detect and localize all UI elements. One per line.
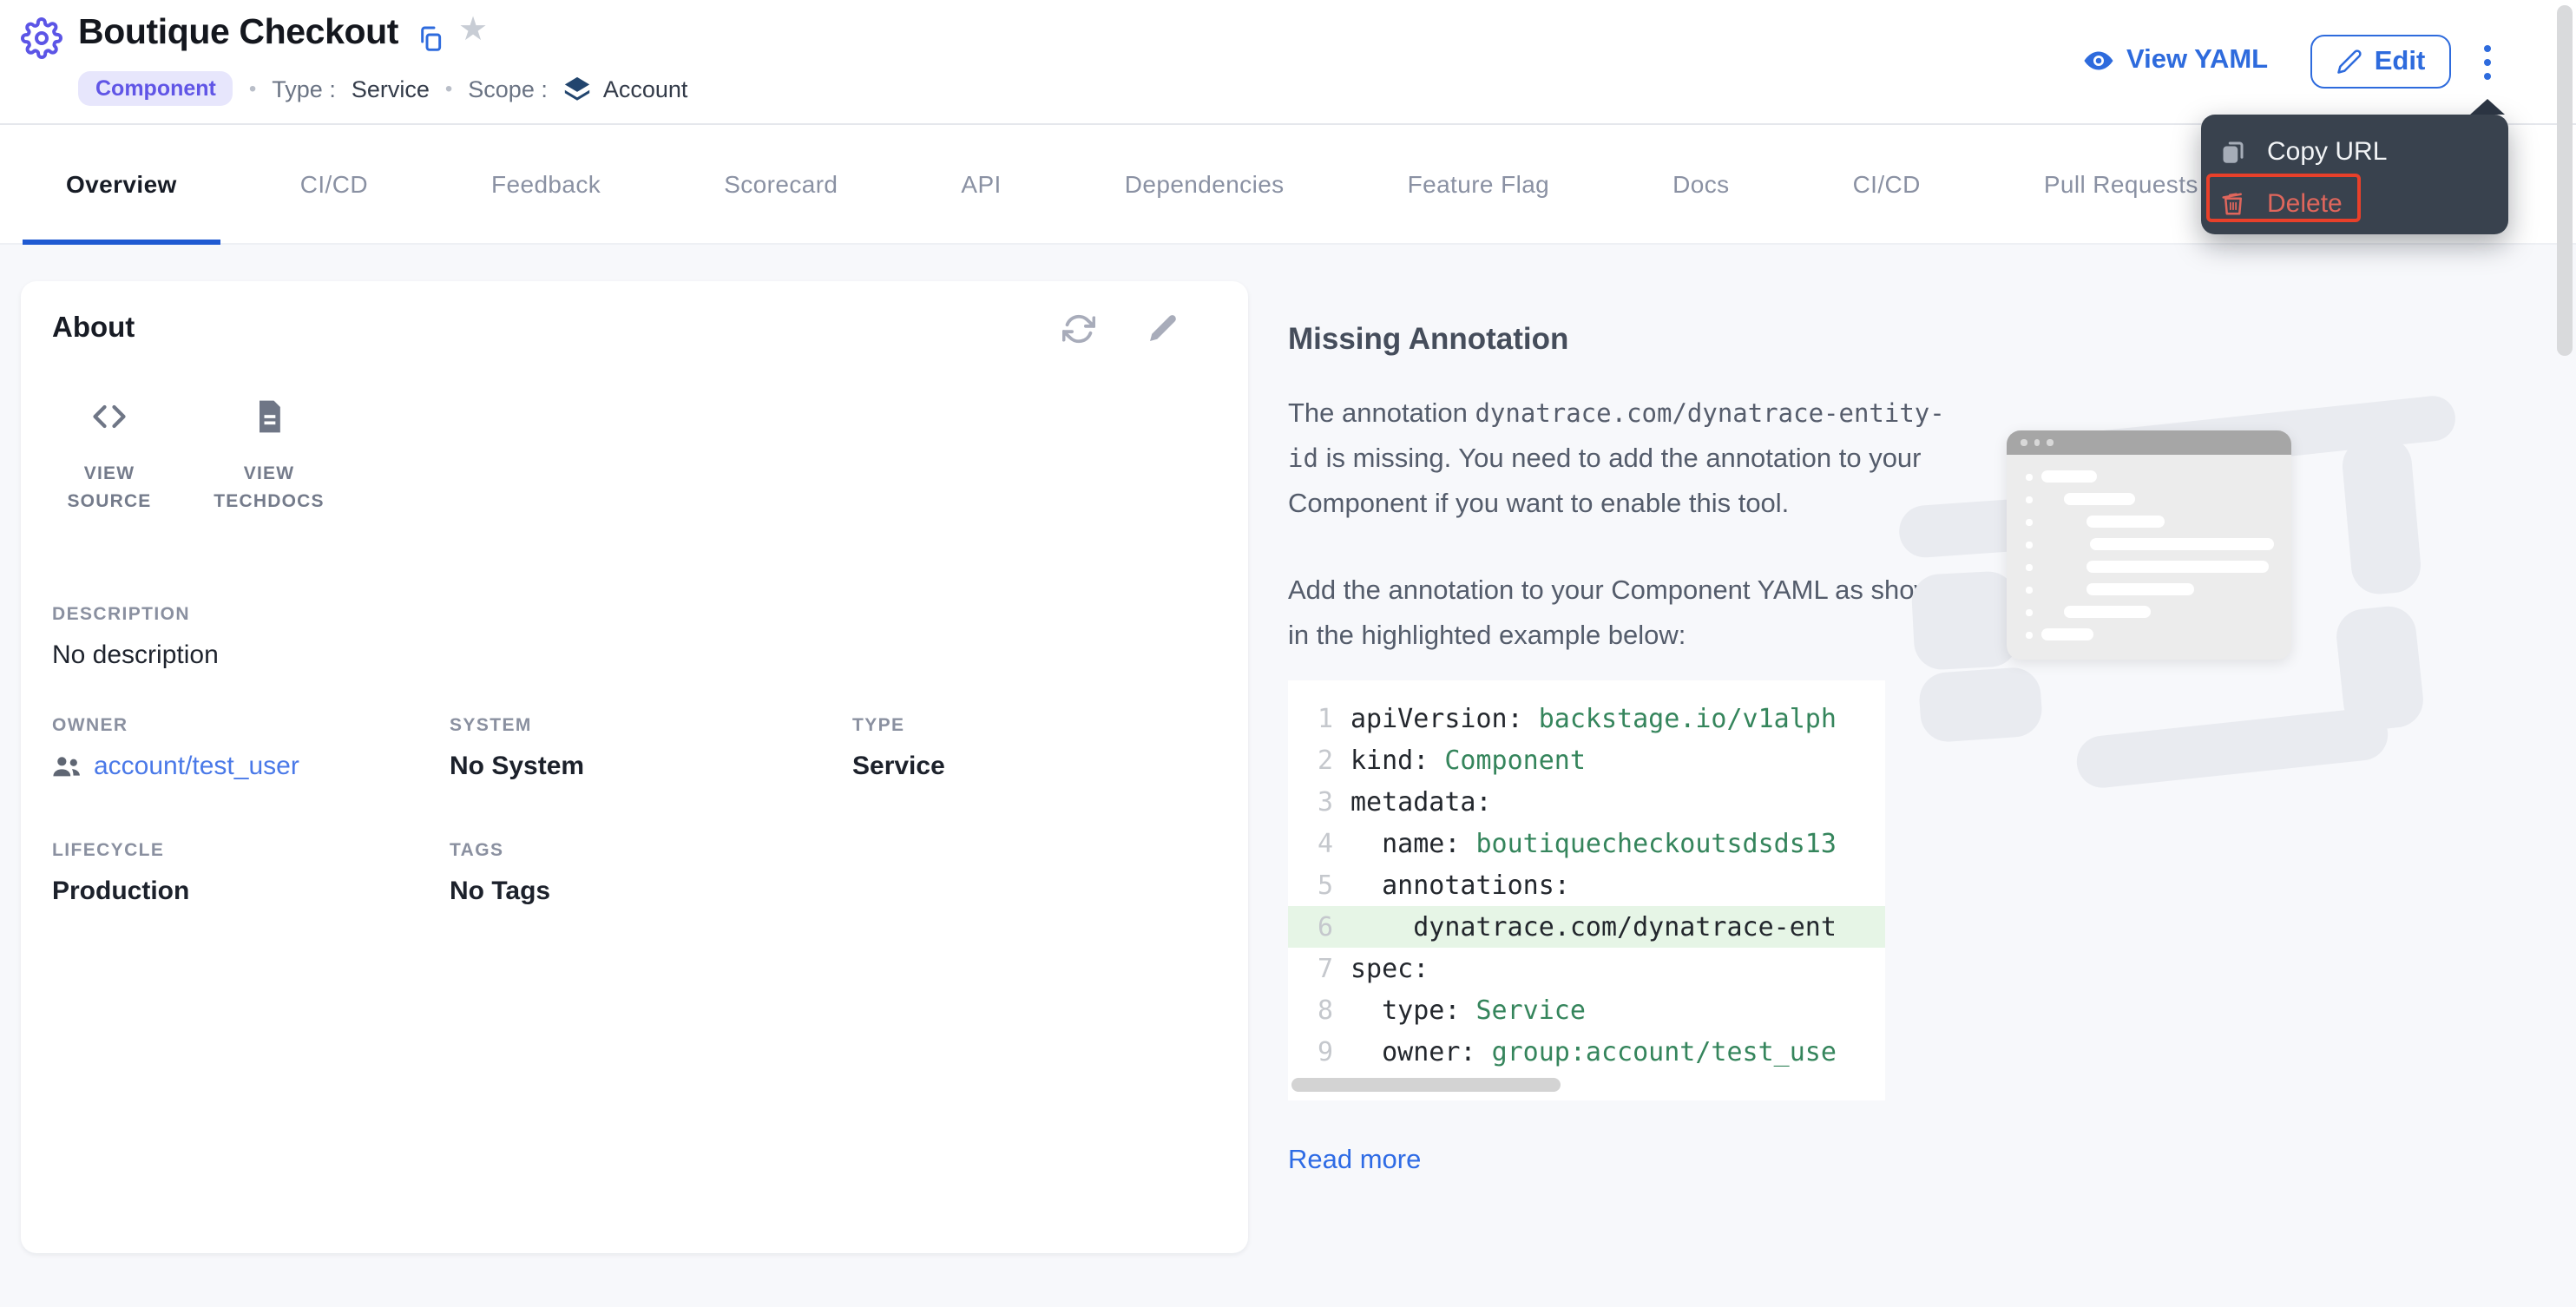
tags-value: No Tags bbox=[450, 876, 852, 905]
mini-window-titlebar bbox=[2007, 430, 2291, 455]
code-line: 5 annotations: bbox=[1288, 864, 1885, 906]
copy-url-label: Copy URL bbox=[2267, 136, 2387, 166]
users-icon bbox=[52, 752, 82, 778]
tab-api[interactable]: API bbox=[917, 122, 1044, 244]
view-yaml-label: View YAML bbox=[2126, 45, 2268, 76]
lifecycle-label: LIFECYCLE bbox=[52, 839, 450, 860]
menu-item-copy-url[interactable]: Copy URL bbox=[2201, 127, 2508, 175]
scope-label: Scope : bbox=[468, 76, 548, 102]
context-menu: Copy URL Delete bbox=[2201, 115, 2508, 234]
code-horizontal-scrollbar[interactable] bbox=[1291, 1078, 1561, 1092]
description-value: No description bbox=[52, 640, 1217, 669]
meta-separator: • bbox=[249, 76, 256, 101]
delete-label: Delete bbox=[2267, 188, 2343, 218]
eye-icon bbox=[2083, 45, 2114, 76]
mini-code-window bbox=[2007, 430, 2291, 660]
view-techdocs-label: VIEW TECHDOCS bbox=[212, 460, 326, 516]
page-title: Boutique Checkout bbox=[78, 12, 398, 54]
system-field: SYSTEM No System bbox=[450, 714, 852, 780]
system-label: SYSTEM bbox=[450, 714, 852, 735]
scope-value: Account bbox=[603, 76, 688, 102]
code-icon bbox=[89, 397, 130, 436]
code-line: 9 owner: group:account/test_use bbox=[1288, 1031, 1885, 1073]
document-icon bbox=[250, 397, 288, 436]
owner-link[interactable]: account/test_user bbox=[52, 751, 450, 780]
code-line: 4 name: boutiquecheckoutsdsds13 bbox=[1288, 823, 1885, 864]
layers-icon bbox=[563, 74, 593, 103]
menu-arrow bbox=[2470, 99, 2505, 115]
entity-page: Boutique Checkout ★ Component • Type : S… bbox=[0, 0, 2576, 1307]
copy-icon bbox=[2220, 138, 2246, 164]
vertical-scrollbar[interactable] bbox=[2557, 5, 2573, 356]
code-window-illustration bbox=[1909, 330, 2448, 802]
lifecycle-value: Production bbox=[52, 876, 450, 905]
code-line: 1apiVersion: backstage.io/v1alph bbox=[1288, 698, 1885, 739]
type-field-value: Service bbox=[852, 751, 1217, 780]
edit-label: Edit bbox=[2375, 46, 2426, 77]
missing-annotation-title: Missing Annotation bbox=[1288, 321, 1991, 358]
trash-icon bbox=[2220, 190, 2246, 216]
read-more-link[interactable]: Read more bbox=[1288, 1146, 1991, 1177]
type-label: Type : bbox=[272, 76, 336, 102]
code-line: 7spec: bbox=[1288, 948, 1885, 989]
kind-chip: Component bbox=[78, 71, 233, 106]
system-value: No System bbox=[450, 751, 852, 780]
owner-label: OWNER bbox=[52, 714, 450, 735]
meta-separator: • bbox=[445, 76, 452, 101]
yaml-code-block[interactable]: 1apiVersion: backstage.io/v1alph 2kind: … bbox=[1288, 680, 1885, 1100]
code-line: 3metadata: bbox=[1288, 781, 1885, 823]
code-line-highlighted: 6 dynatrace.com/dynatrace-ent bbox=[1288, 906, 1885, 948]
view-source-label: VIEW SOURCE bbox=[52, 460, 167, 516]
view-techdocs-link[interactable]: VIEW TECHDOCS bbox=[212, 397, 326, 516]
about-card-title: About bbox=[52, 312, 135, 345]
favorite-star-icon[interactable]: ★ bbox=[458, 14, 488, 47]
annotation-instruction: Add the annotation to your Component YAM… bbox=[1288, 569, 1974, 660]
entity-meta-row: Component • Type : Service • Scope : Acc… bbox=[78, 71, 687, 106]
menu-item-delete[interactable]: Delete bbox=[2201, 179, 2508, 227]
edit-about-pencil-icon[interactable] bbox=[1147, 312, 1179, 344]
tab-cicd-2[interactable]: CI/CD bbox=[1810, 122, 1964, 244]
tags-field: TAGS No Tags bbox=[450, 839, 852, 905]
tab-bar: Overview CI/CD Feedback Scorecard API De… bbox=[0, 123, 2576, 245]
owner-value: account/test_user bbox=[94, 751, 299, 780]
description-label: DESCRIPTION bbox=[52, 603, 1217, 624]
pencil-icon bbox=[2336, 49, 2362, 75]
missing-annotation-text: The annotation dynatrace.com/dynatrace-e… bbox=[1288, 392, 1974, 528]
tab-cicd[interactable]: CI/CD bbox=[257, 122, 411, 244]
code-line: 8 type: Service bbox=[1288, 989, 1885, 1031]
tab-feedback[interactable]: Feedback bbox=[448, 122, 644, 244]
tab-dependencies[interactable]: Dependencies bbox=[1081, 122, 1328, 244]
type-field: TYPE Service bbox=[852, 714, 1217, 780]
component-gear-icon bbox=[21, 17, 62, 59]
tab-feature-flag[interactable]: Feature Flag bbox=[1364, 122, 1594, 244]
view-source-link[interactable]: VIEW SOURCE bbox=[52, 397, 167, 516]
tab-docs[interactable]: Docs bbox=[1629, 122, 1772, 244]
about-card: About VIEW SOURCE VIEW TECHDOCS DESCRIPT… bbox=[21, 281, 1248, 1253]
page-header: Boutique Checkout ★ Component • Type : S… bbox=[0, 0, 2576, 125]
tab-scorecard[interactable]: Scorecard bbox=[680, 122, 881, 244]
more-options-kebab-button[interactable] bbox=[2472, 33, 2503, 92]
missing-annotation-panel: Missing Annotation The annotation dynatr… bbox=[1288, 321, 1991, 1177]
view-yaml-button[interactable]: View YAML bbox=[2083, 45, 2268, 76]
owner-field: OWNER account/test_user bbox=[52, 714, 450, 780]
type-value: Service bbox=[352, 76, 430, 102]
tab-overview[interactable]: Overview bbox=[23, 122, 220, 244]
tags-label: TAGS bbox=[450, 839, 852, 860]
type-field-label: TYPE bbox=[852, 714, 1217, 735]
code-line: 2kind: Component bbox=[1288, 739, 1885, 781]
edit-button[interactable]: Edit bbox=[2310, 35, 2451, 89]
lifecycle-field: LIFECYCLE Production bbox=[52, 839, 450, 905]
copy-name-icon[interactable] bbox=[417, 24, 444, 52]
refresh-icon[interactable] bbox=[1062, 312, 1095, 345]
